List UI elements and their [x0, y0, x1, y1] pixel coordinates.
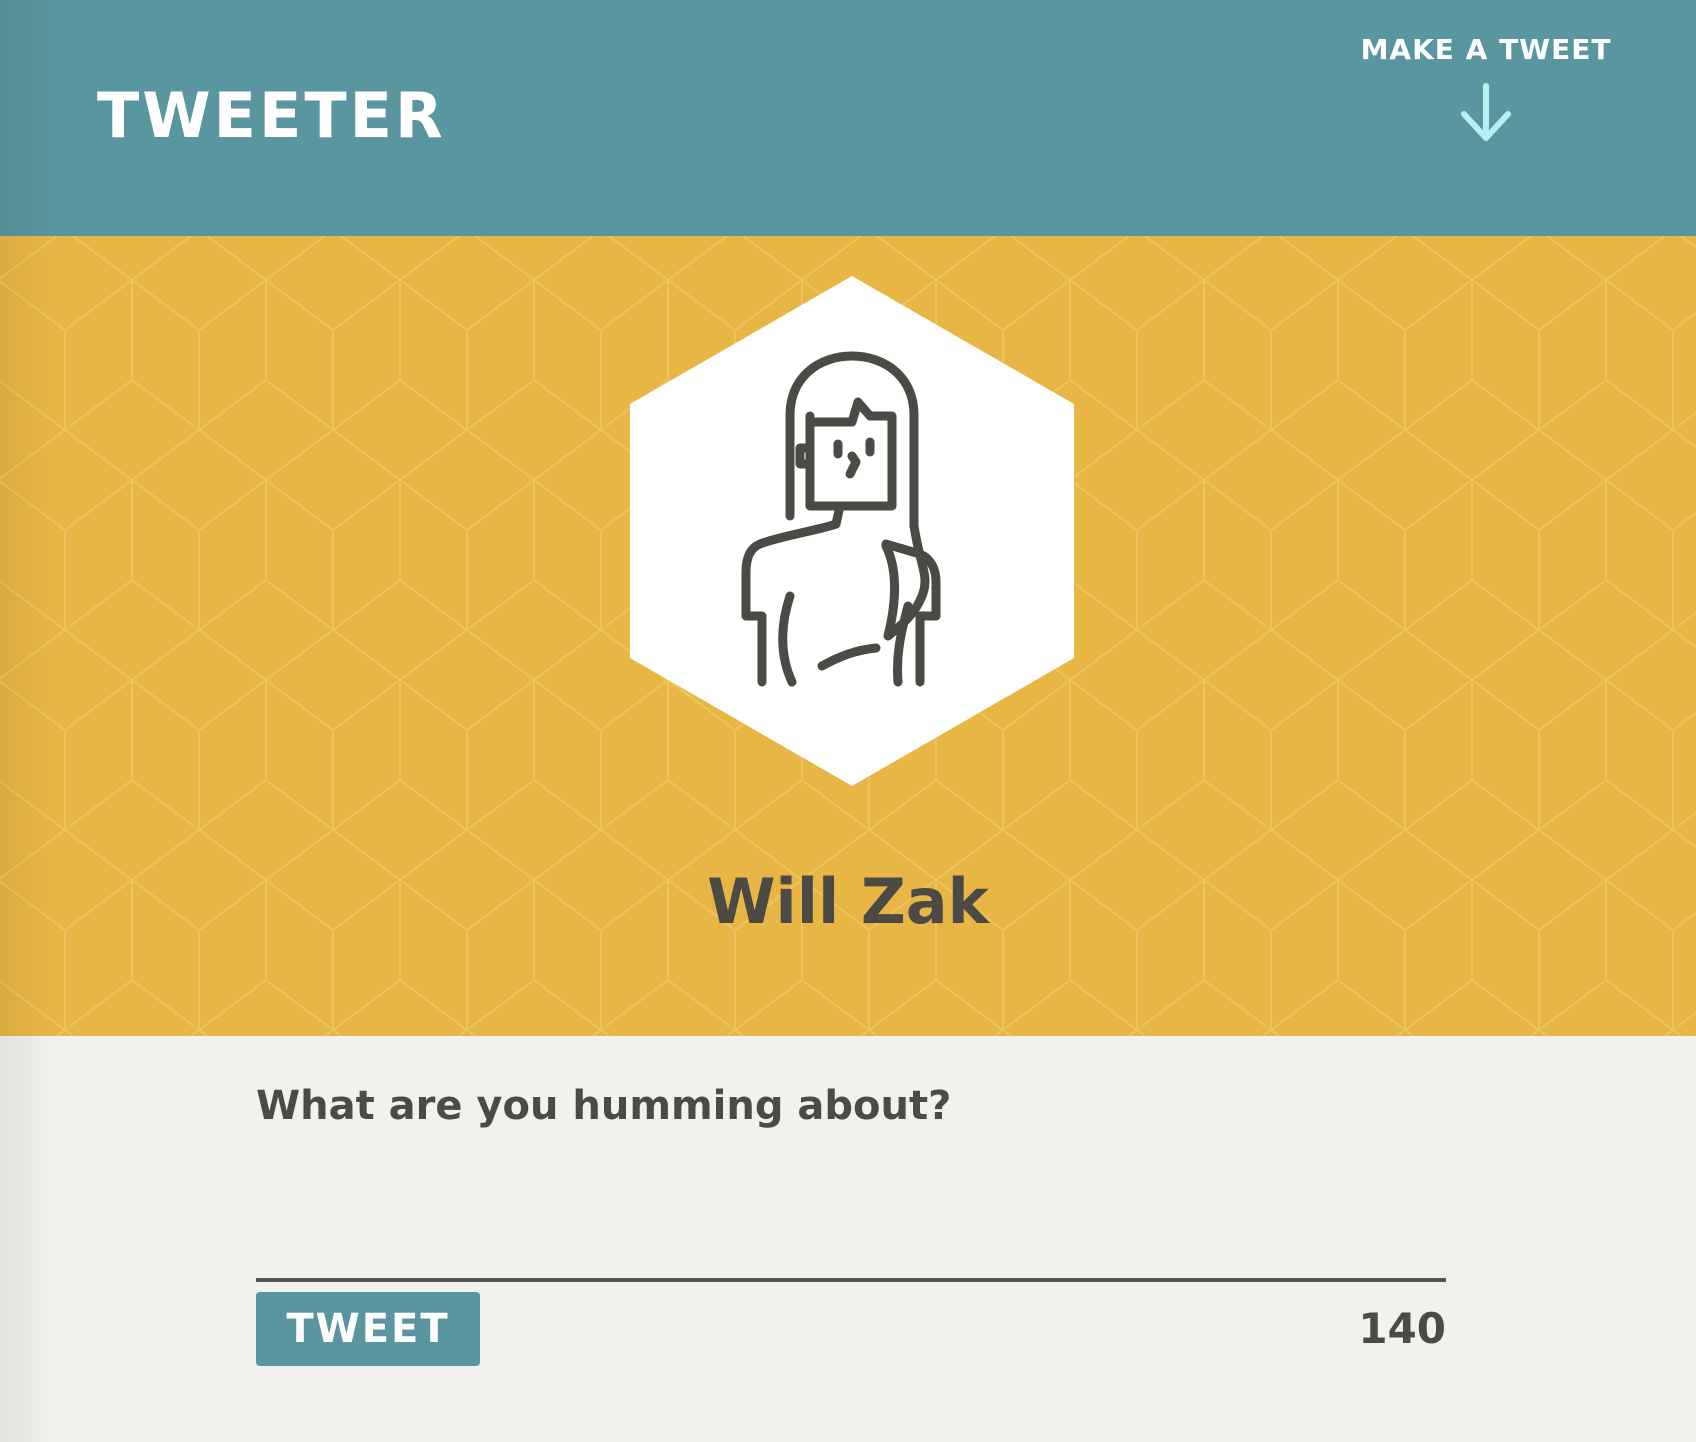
make-a-tweet-link[interactable]: MAKE A TWEET	[1336, 26, 1636, 144]
profile-name: Will Zak	[707, 865, 989, 938]
make-a-tweet-label: MAKE A TWEET	[1360, 33, 1612, 66]
tweet-input[interactable]	[256, 1148, 1446, 1282]
app-header: TWEETER MAKE A TWEET	[0, 0, 1696, 236]
tweet-button[interactable]: TWEET	[256, 1292, 480, 1366]
compose-tweet: What are you humming about? TWEET 140	[0, 1036, 1696, 1442]
character-count: 140	[1358, 1304, 1446, 1353]
arrow-down-icon	[1461, 83, 1511, 141]
person-avatar-icon	[630, 276, 1074, 786]
profile-hero: Will Zak	[0, 236, 1696, 1036]
compose-prompt-label: What are you humming about?	[256, 1083, 952, 1129]
brand-logo[interactable]: TWEETER	[97, 80, 446, 152]
page: TWEETER MAKE A TWEET Will Zak What are y…	[0, 0, 1696, 1442]
